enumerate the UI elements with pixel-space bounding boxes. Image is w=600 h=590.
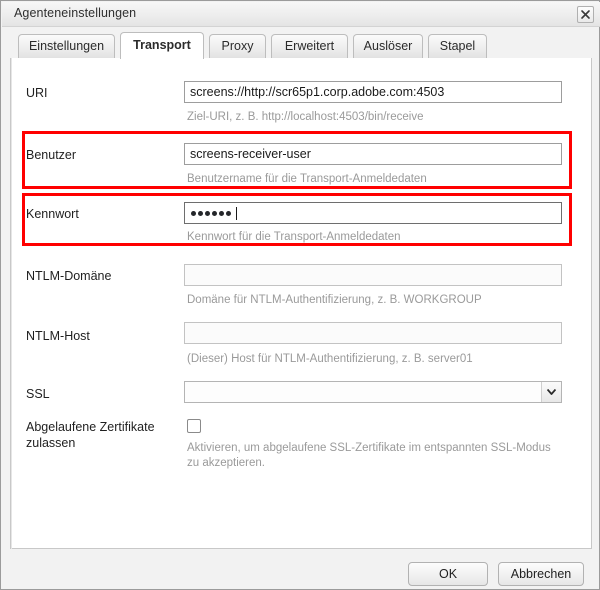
tab-transport[interactable]: Transport: [120, 32, 204, 59]
kennwort-label: Kennwort: [26, 207, 79, 221]
ntlm-host-label: NTLM-Host: [26, 329, 90, 343]
benutzer-label: Benutzer: [26, 148, 77, 162]
ssl-label: SSL: [26, 387, 50, 401]
panel-inner-edge: [11, 58, 12, 549]
chevron-down-icon[interactable]: [541, 382, 561, 402]
benutzer-hint: Benutzername für die Transport-Anmeldeda…: [187, 173, 427, 185]
password-dots: [191, 207, 237, 220]
kennwort-hint: Kennwort für die Transport-Anmeldedaten: [187, 231, 401, 243]
ntlm-host-hint: (Dieser) Host für NTLM-Authentifizierung…: [187, 353, 473, 365]
uri-input[interactable]: [184, 81, 562, 103]
ssl-select[interactable]: [184, 381, 562, 403]
uri-label: URI: [26, 86, 48, 100]
tab-stapel[interactable]: Stapel: [428, 34, 487, 58]
allow-expired-certs-hint: Aktivieren, um abgelaufene SSL-Zertifika…: [187, 442, 551, 469]
text-caret: [236, 207, 237, 220]
ntlm-domain-input[interactable]: [184, 264, 562, 286]
kennwort-input[interactable]: [184, 202, 562, 224]
allow-expired-certs-label: Abgelaufene Zertifikate zulassen: [26, 420, 155, 450]
tab-einstellungen[interactable]: Einstellungen: [18, 34, 115, 58]
agent-settings-dialog: Agenteneinstellungen Einstellungen Trans…: [0, 0, 600, 590]
title-bar: Agenteneinstellungen: [2, 2, 600, 27]
cancel-button[interactable]: Abbrechen: [498, 562, 584, 586]
tab-strip: Einstellungen Transport Proxy Erweitert …: [10, 32, 592, 59]
benutzer-input[interactable]: [184, 143, 562, 165]
close-icon[interactable]: [577, 6, 594, 23]
ntlm-domain-hint: Domäne für NTLM-Authentifizierung, z. B.…: [187, 294, 482, 306]
tab-erweitert[interactable]: Erweitert: [271, 34, 348, 58]
ntlm-domain-label: NTLM-Domäne: [26, 269, 112, 283]
tab-proxy[interactable]: Proxy: [209, 34, 266, 58]
ntlm-host-input[interactable]: [184, 322, 562, 344]
window-title: Agenteneinstellungen: [14, 6, 137, 20]
ok-button[interactable]: OK: [408, 562, 488, 586]
allow-expired-certs-checkbox[interactable]: [187, 419, 201, 433]
uri-hint: Ziel-URI, z. B. http://localhost:4503/bi…: [187, 111, 424, 123]
tab-ausloeser[interactable]: Auslöser: [353, 34, 423, 58]
